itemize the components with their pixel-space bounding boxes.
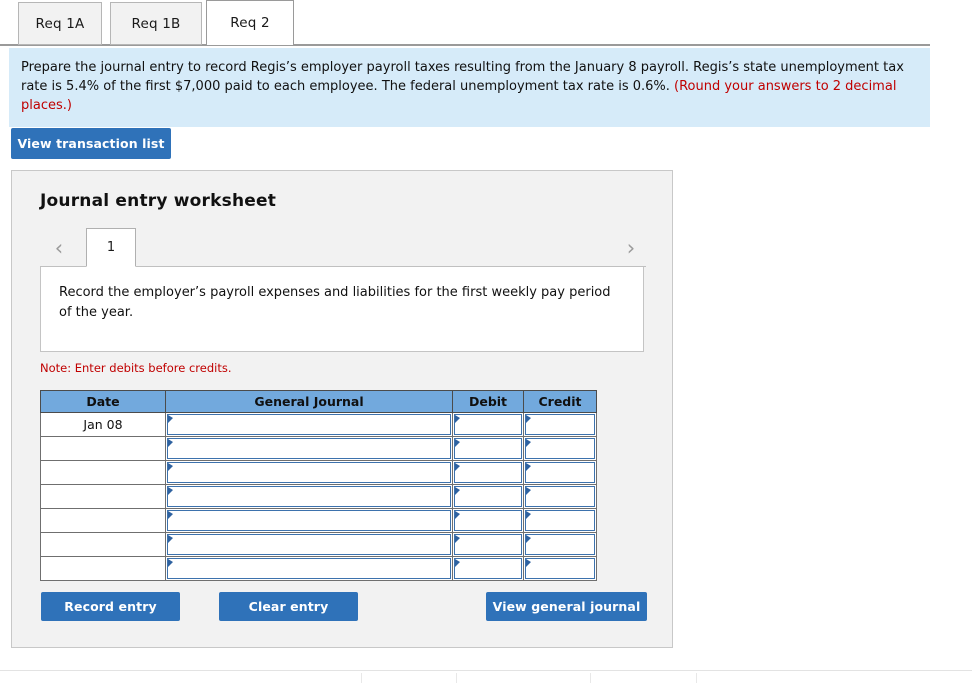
cell-date[interactable]: [40, 436, 166, 461]
tab-req-2[interactable]: Req 2: [206, 0, 294, 46]
worksheet-page-tabs: ‹ › 1: [40, 228, 646, 267]
worksheet-title: Journal entry worksheet: [40, 191, 277, 211]
requirement-tabstrip: Req 1A Req 1B Req 2: [0, 0, 930, 46]
column-header-date: Date: [40, 390, 166, 413]
table-header-row: Date General Journal Debit Credit: [40, 390, 597, 413]
record-entry-button[interactable]: Record entry: [41, 592, 180, 621]
table-row: [40, 556, 597, 581]
debit-input[interactable]: [454, 558, 522, 579]
general-journal-input[interactable]: [167, 510, 451, 531]
cell-date[interactable]: Jan 08: [40, 412, 166, 437]
cell-credit[interactable]: [523, 556, 597, 581]
general-journal-input[interactable]: [167, 414, 451, 435]
cell-debit[interactable]: [452, 532, 524, 557]
cell-credit[interactable]: [523, 412, 597, 437]
cell-general-journal[interactable]: [165, 556, 453, 581]
credit-input[interactable]: [525, 486, 595, 507]
cell-credit[interactable]: [523, 532, 597, 557]
worksheet-page-tab-1-label: 1: [106, 240, 116, 255]
cell-date[interactable]: [40, 556, 166, 581]
credit-input[interactable]: [525, 438, 595, 459]
cell-date[interactable]: [40, 484, 166, 509]
general-journal-input[interactable]: [167, 438, 451, 459]
cell-date[interactable]: [40, 532, 166, 557]
tab-req-1a[interactable]: Req 1A: [18, 2, 102, 45]
worksheet-page-tab-1[interactable]: 1: [86, 228, 136, 267]
credit-input[interactable]: [525, 534, 595, 555]
cell-debit[interactable]: [452, 556, 524, 581]
credit-input[interactable]: [525, 558, 595, 579]
cell-debit[interactable]: [452, 484, 524, 509]
table-row: [40, 436, 597, 461]
clear-entry-button[interactable]: Clear entry: [219, 592, 358, 621]
cell-general-journal[interactable]: [165, 412, 453, 437]
cell-debit[interactable]: [452, 412, 524, 437]
tab-req-1a-label: Req 1A: [35, 15, 85, 32]
general-journal-input[interactable]: [167, 558, 451, 579]
instruction-panel: Prepare the journal entry to record Regi…: [9, 48, 930, 127]
cell-credit[interactable]: [523, 508, 597, 533]
general-journal-input[interactable]: [167, 462, 451, 483]
cell-general-journal[interactable]: [165, 436, 453, 461]
tab-req-1b[interactable]: Req 1B: [110, 2, 202, 45]
debits-before-credits-note: Note: Enter debits before credits.: [40, 361, 232, 375]
table-row: [40, 508, 597, 533]
table-row: [40, 532, 597, 557]
cell-general-journal[interactable]: [165, 532, 453, 557]
general-journal-input[interactable]: [167, 534, 451, 555]
cell-debit[interactable]: [452, 508, 524, 533]
cell-debit[interactable]: [452, 436, 524, 461]
cell-general-journal[interactable]: [165, 508, 453, 533]
worksheet-description-text: Record the employer’s payroll expenses a…: [59, 285, 611, 320]
chevron-right-icon[interactable]: ›: [620, 236, 642, 260]
bottom-bar: [0, 670, 972, 683]
tab-req-2-label: Req 2: [230, 15, 270, 31]
debit-input[interactable]: [454, 486, 522, 507]
cell-general-journal[interactable]: [165, 484, 453, 509]
cell-general-journal[interactable]: [165, 460, 453, 485]
journal-entry-worksheet-panel: Journal entry worksheet ‹ › 1 Record the…: [11, 170, 673, 648]
table-row: [40, 460, 597, 485]
general-journal-input[interactable]: [167, 486, 451, 507]
cell-debit[interactable]: [452, 460, 524, 485]
tab-req-1b-label: Req 1B: [131, 15, 181, 32]
journal-entry-table: Date General Journal Debit Credit Jan 08: [40, 390, 597, 581]
debit-input[interactable]: [454, 534, 522, 555]
table-row: Jan 08: [40, 412, 597, 437]
debit-input[interactable]: [454, 438, 522, 459]
credit-input[interactable]: [525, 462, 595, 483]
worksheet-description-box: Record the employer’s payroll expenses a…: [40, 267, 644, 352]
column-header-debit: Debit: [452, 390, 524, 413]
chevron-left-icon[interactable]: ‹: [48, 236, 70, 260]
debit-input[interactable]: [454, 414, 522, 435]
cell-credit[interactable]: [523, 436, 597, 461]
debit-input[interactable]: [454, 462, 522, 483]
credit-input[interactable]: [525, 414, 595, 435]
debit-input[interactable]: [454, 510, 522, 531]
cell-date[interactable]: [40, 508, 166, 533]
table-row: [40, 484, 597, 509]
cell-date[interactable]: [40, 460, 166, 485]
column-header-credit: Credit: [523, 390, 597, 413]
cell-credit[interactable]: [523, 460, 597, 485]
view-general-journal-button[interactable]: View general journal: [486, 592, 647, 621]
column-header-general-journal: General Journal: [165, 390, 453, 413]
credit-input[interactable]: [525, 510, 595, 531]
view-transaction-list-button[interactable]: View transaction list: [11, 128, 171, 159]
cell-credit[interactable]: [523, 484, 597, 509]
